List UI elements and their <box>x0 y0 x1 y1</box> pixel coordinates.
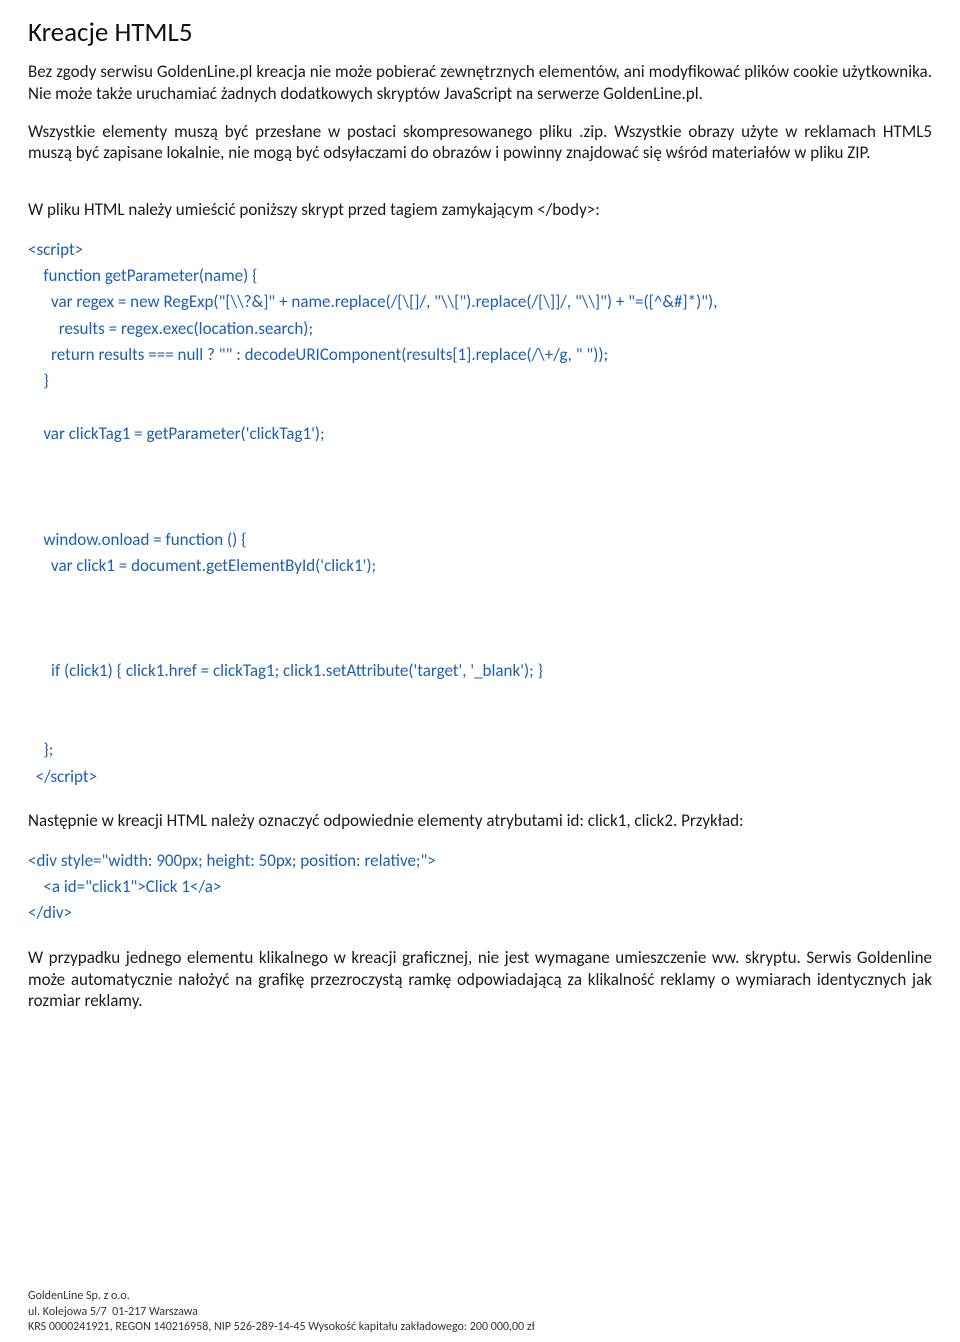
code-block-div-example: <div style="width: 900px; height: 50px; … <box>28 848 932 927</box>
footer-company: GoldenLine Sp. z o.o. <box>28 1289 535 1305</box>
paragraph-script-lead: W pliku HTML należy umieścić poniższy sk… <box>28 199 932 221</box>
page-title: Kreacje HTML5 <box>28 16 932 49</box>
page-footer: GoldenLine Sp. z o.o. ul. Kolejowa 5/7 0… <box>28 1289 535 1336</box>
footer-legal: KRS 0000241921, REGON 140216958, NIP 526… <box>28 1320 535 1336</box>
code-block-script: <script> function getParameter(name) { v… <box>28 237 932 790</box>
document-page: Kreacje HTML5 Bez zgody serwisu GoldenLi… <box>0 0 960 1342</box>
paragraph-intro-1: Bez zgody serwisu GoldenLine.pl kreacja … <box>28 61 932 105</box>
paragraph-final: W przypadku jednego elementu klikalnego … <box>28 947 932 1012</box>
paragraph-id-lead: Następnie w kreacji HTML należy oznaczyć… <box>28 810 932 832</box>
footer-address: ul. Kolejowa 5/7 01-217 Warszawa <box>28 1305 535 1321</box>
paragraph-intro-2: Wszystkie elementy muszą być przesłane w… <box>28 121 932 165</box>
